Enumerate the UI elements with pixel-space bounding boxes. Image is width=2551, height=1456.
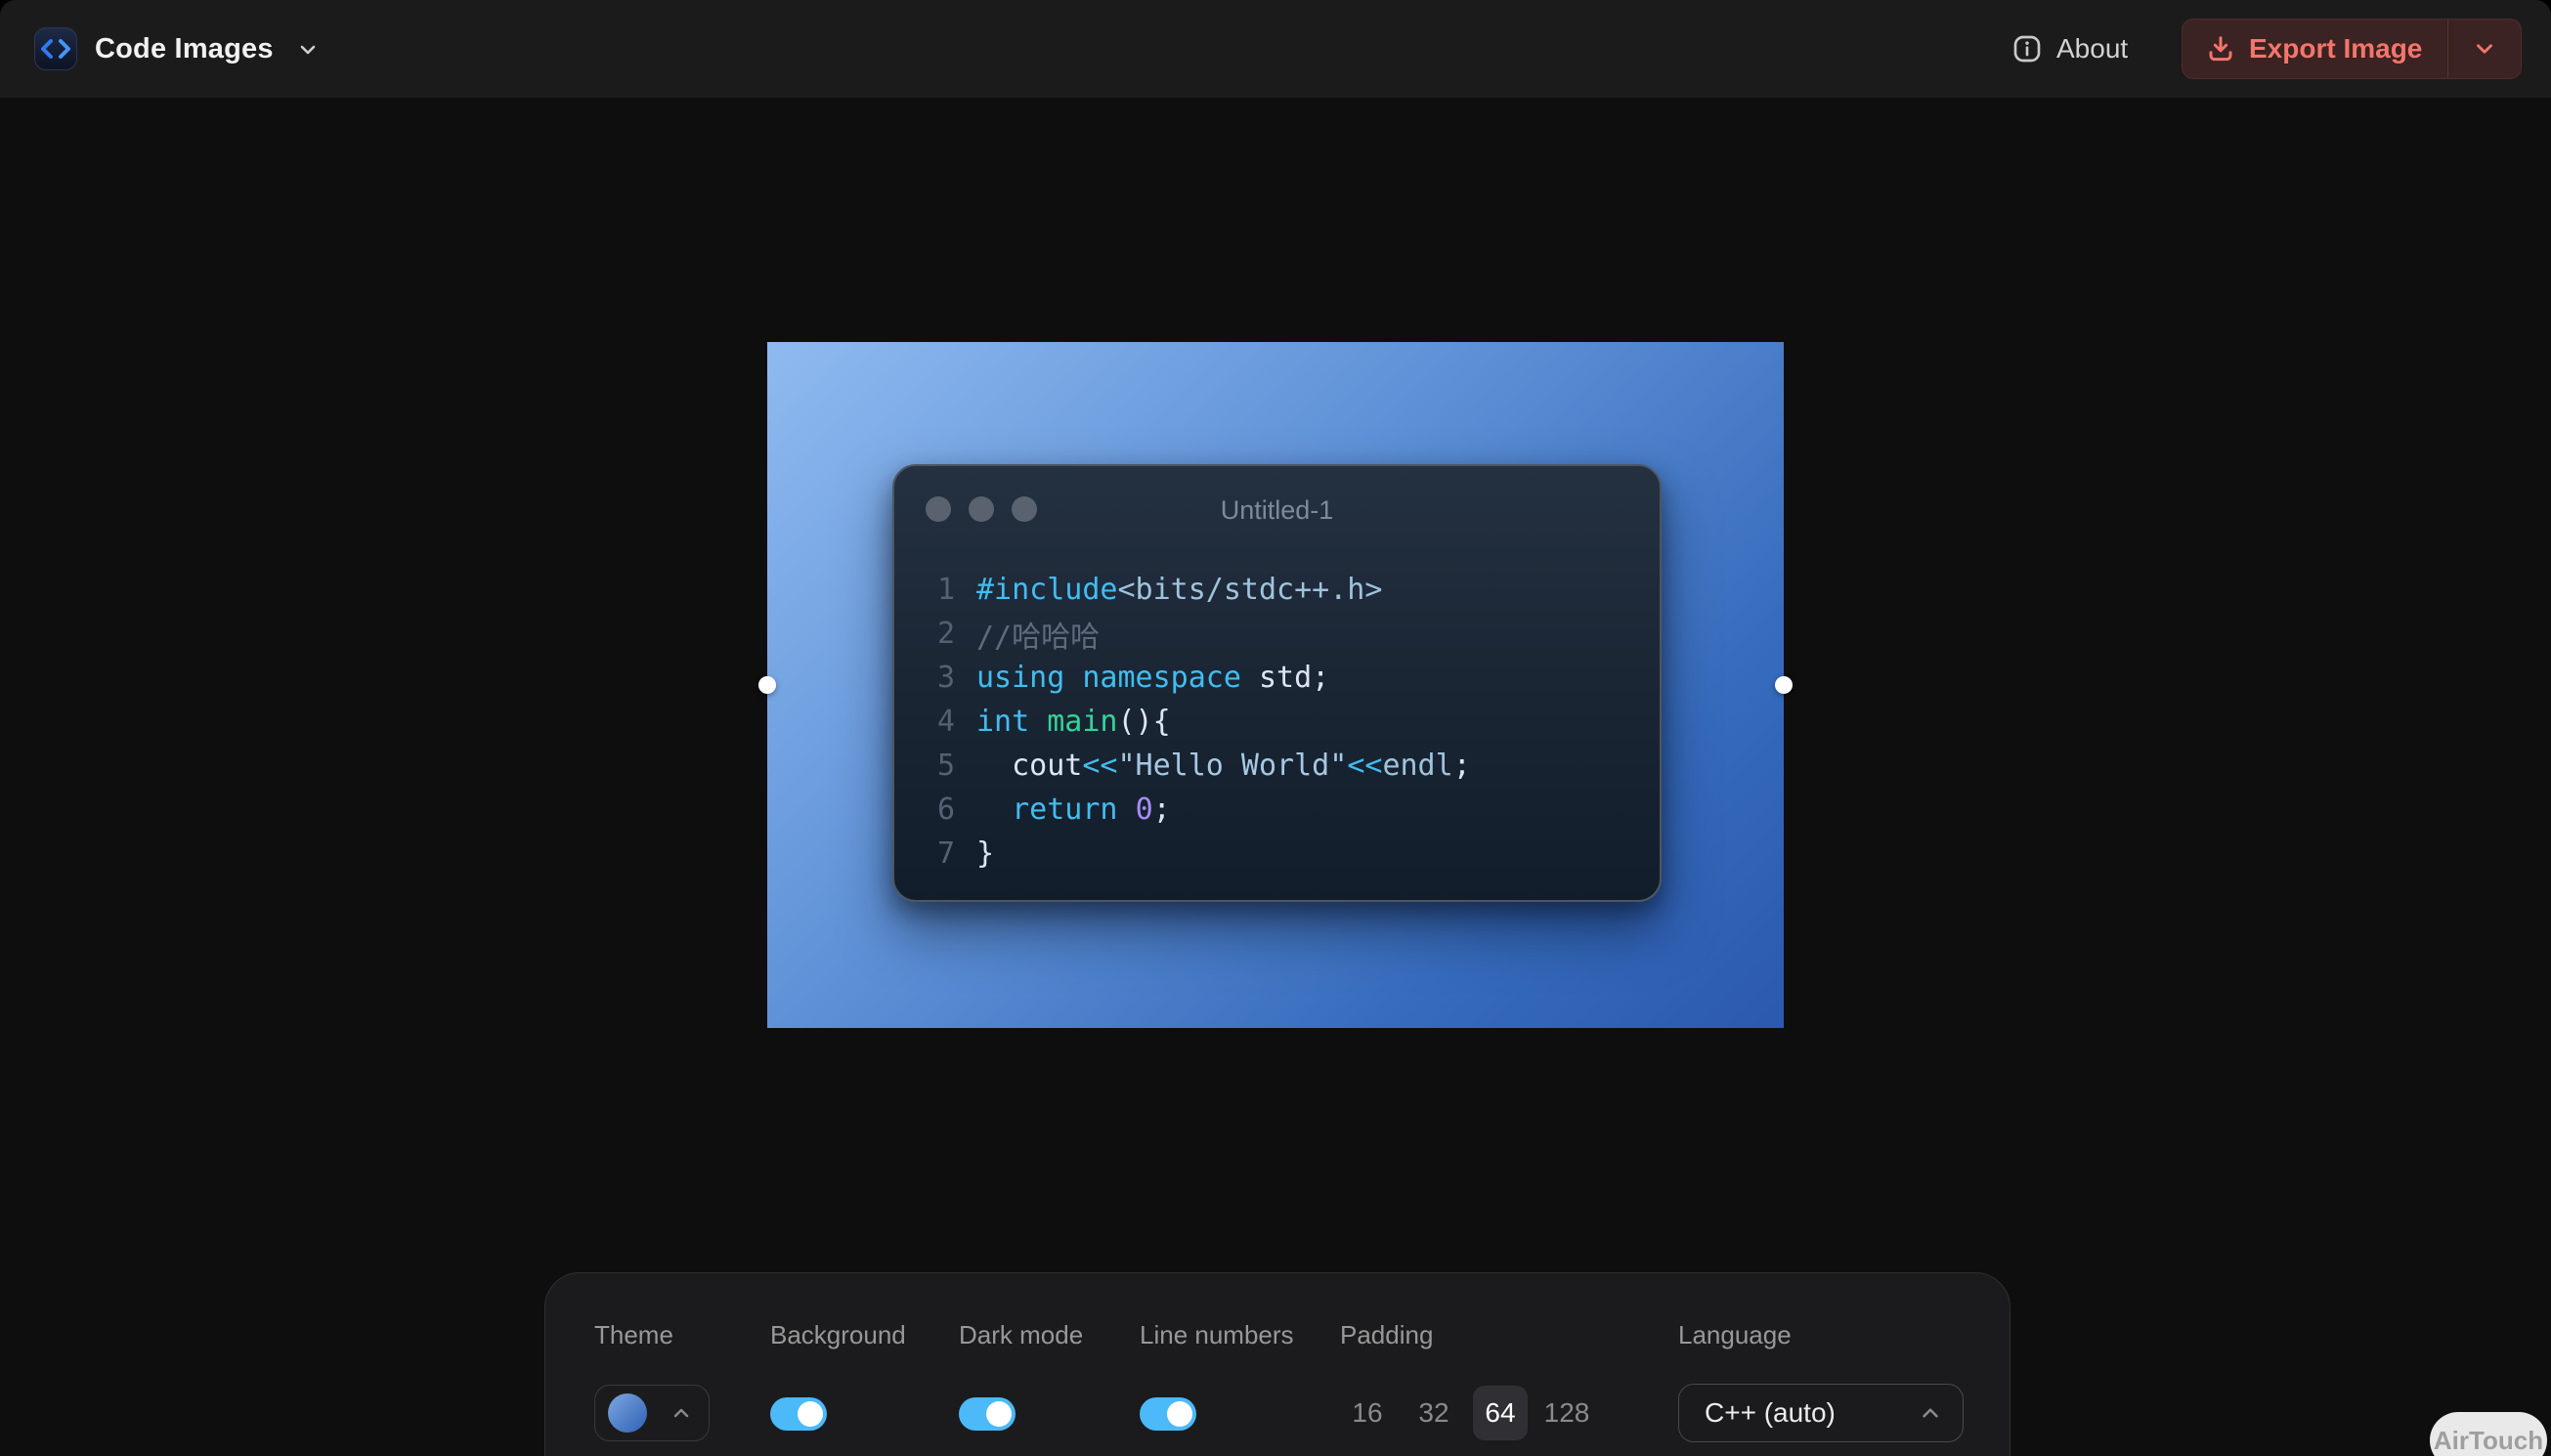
- resize-handle-left[interactable]: [758, 676, 776, 694]
- language-label: Language: [1678, 1320, 1792, 1350]
- chevron-up-icon: [670, 1401, 693, 1425]
- code-editor[interactable]: 1 #include<bits/stdc++.h> 2 //哈哈哈 3 using nam…: [894, 568, 1660, 876]
- chevron-down-icon: [2472, 36, 2497, 62]
- export-image-button[interactable]: Export Image: [2183, 20, 2447, 78]
- app-window: Code Images About Export Image: [0, 0, 2551, 1456]
- theme-label: Theme: [594, 1320, 673, 1350]
- dark-mode-label: Dark mode: [959, 1320, 1083, 1350]
- download-icon: [2206, 34, 2235, 64]
- code-window[interactable]: Untitled-1 1 #include<bits/stdc++.h> 2 //哈哈…: [892, 464, 1662, 902]
- padding-option-128[interactable]: 128: [1539, 1386, 1594, 1440]
- theme-selector[interactable]: [594, 1385, 710, 1441]
- language-value: C++ (auto): [1705, 1397, 1836, 1429]
- chevron-up-icon: [1918, 1400, 1943, 1426]
- code-line: 4 int main(){: [894, 700, 1660, 744]
- title-menu-button[interactable]: [296, 38, 320, 62]
- line-numbers-label: Line numbers: [1140, 1320, 1294, 1350]
- export-label: Export Image: [2249, 33, 2422, 64]
- code-text: #include<bits/stdc++.h>: [976, 573, 1382, 607]
- code-text: using namespace std;: [976, 661, 1329, 695]
- padding-option-32[interactable]: 32: [1406, 1386, 1461, 1440]
- toggle-knob: [986, 1401, 1012, 1427]
- export-split-button: Export Image: [2182, 19, 2522, 79]
- background-toggle[interactable]: [770, 1397, 827, 1431]
- about-label: About: [2056, 33, 2128, 64]
- dark-mode-toggle[interactable]: [959, 1397, 1016, 1431]
- line-numbers-toggle[interactable]: [1140, 1397, 1196, 1431]
- settings-panel: Theme Background Dark mode Line numbers …: [544, 1272, 2011, 1456]
- code-text: cout<<"Hello World"<<endl;: [976, 749, 1471, 783]
- code-line: 1 #include<bits/stdc++.h>: [894, 568, 1660, 612]
- about-button[interactable]: About: [2011, 0, 2128, 98]
- padding-options: 163264128: [1340, 1386, 1594, 1440]
- image-canvas[interactable]: Untitled-1 1 #include<bits/stdc++.h> 2 //哈哈…: [767, 342, 1784, 1028]
- toggle-knob: [1167, 1401, 1192, 1427]
- airtouch-badge[interactable]: AirTouch: [2430, 1412, 2547, 1456]
- code-text: //哈哈哈: [976, 613, 1100, 656]
- code-line: 5 cout<<"Hello World"<<endl;: [894, 744, 1660, 788]
- toggle-knob: [798, 1401, 823, 1427]
- code-brackets-icon: [39, 37, 72, 61]
- line-number: 2: [894, 617, 955, 651]
- theme-color-swatch: [608, 1393, 647, 1433]
- top-bar: Code Images About Export Image: [0, 0, 2551, 98]
- code-text: int main(){: [976, 705, 1171, 739]
- window-title[interactable]: Untitled-1: [894, 495, 1660, 526]
- code-line: 3 using namespace std;: [894, 656, 1660, 700]
- background-label: Background: [770, 1320, 906, 1350]
- code-text: return 0;: [976, 792, 1171, 827]
- code-line: 6 return 0;: [894, 788, 1660, 832]
- resize-handle-right[interactable]: [1775, 676, 1793, 694]
- line-number: 6: [894, 792, 955, 827]
- code-line: 2 //哈哈哈: [894, 612, 1660, 656]
- padding-option-16[interactable]: 16: [1340, 1386, 1395, 1440]
- page-title: Code Images: [95, 0, 274, 98]
- code-text: }: [976, 836, 994, 871]
- line-number: 4: [894, 705, 955, 739]
- info-icon: [2011, 33, 2043, 64]
- line-number: 1: [894, 573, 955, 607]
- line-number: 3: [894, 661, 955, 695]
- padding-label: Padding: [1340, 1320, 1433, 1350]
- app-logo[interactable]: [34, 27, 77, 70]
- chevron-down-icon: [296, 38, 320, 62]
- export-options-button[interactable]: [2448, 20, 2521, 78]
- code-line: 7}: [894, 832, 1660, 876]
- padding-option-64[interactable]: 64: [1473, 1386, 1528, 1440]
- language-select[interactable]: C++ (auto): [1678, 1384, 1964, 1442]
- line-number: 5: [894, 749, 955, 783]
- line-number: 7: [894, 836, 955, 871]
